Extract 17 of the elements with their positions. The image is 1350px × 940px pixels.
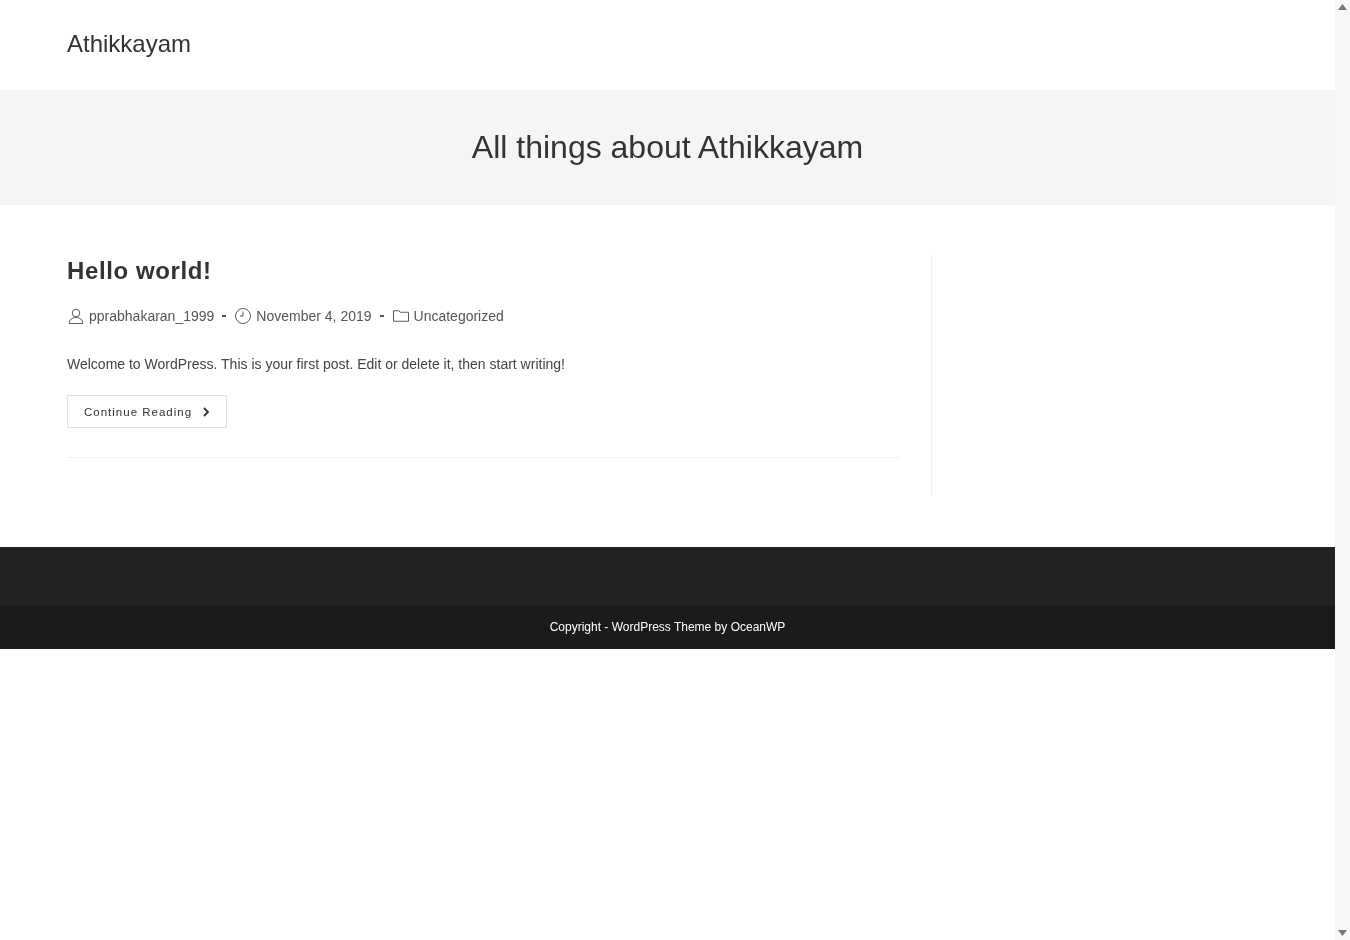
meta-separator xyxy=(222,315,227,317)
clock-icon xyxy=(234,307,253,325)
folder-icon xyxy=(391,307,410,325)
chevron-right-icon xyxy=(202,406,211,417)
category-link[interactable]: Uncategorized xyxy=(413,308,504,324)
scroll-down-icon[interactable] xyxy=(1338,930,1347,936)
post-date[interactable]: November 4, 2019 xyxy=(256,308,372,324)
page-title: All things about Athikkayam xyxy=(471,129,864,166)
site-title[interactable]: Athikkayam xyxy=(67,30,192,58)
author-link[interactable]: pprabhakaran_1999 xyxy=(89,308,215,324)
post-title[interactable]: Hello world! xyxy=(67,257,900,285)
post-excerpt: Welcome to WordPress. This is your first post. Edit or delete it, then start writing! xyxy=(67,356,566,372)
copyright-text: Copyright - WordPress Theme by OceanWP xyxy=(549,620,786,634)
continue-reading-button[interactable]: Continue Reading xyxy=(67,395,228,428)
meta-separator xyxy=(379,315,384,317)
user-icon xyxy=(67,307,85,325)
scroll-up-icon[interactable] xyxy=(1338,4,1347,10)
